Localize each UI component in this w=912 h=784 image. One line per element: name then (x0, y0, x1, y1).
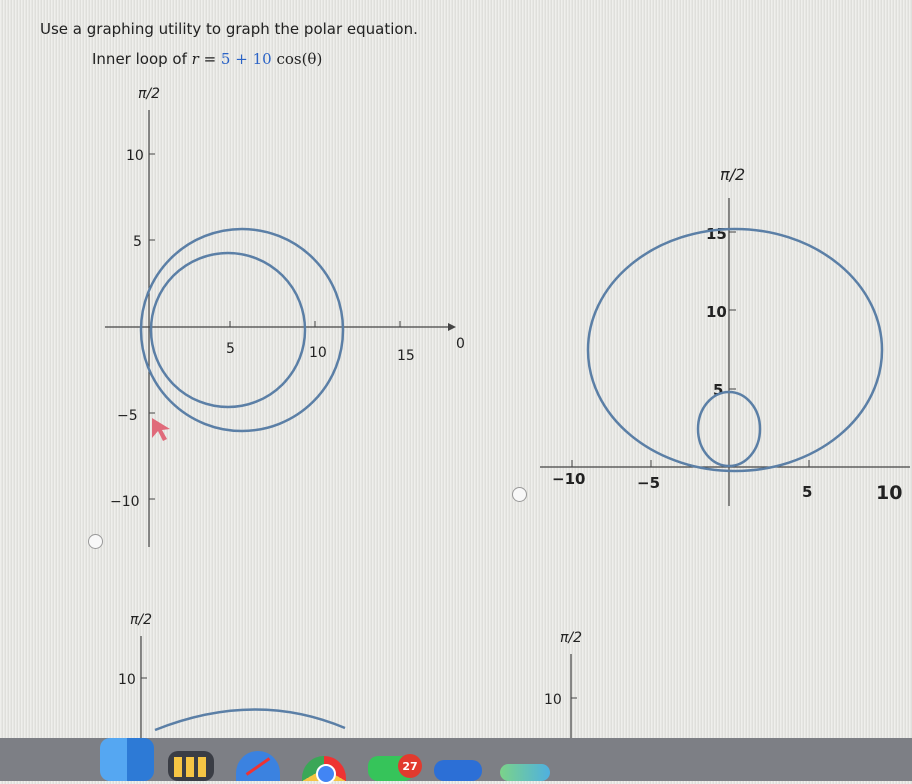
option-a-x-tick-15: 15 (397, 348, 415, 364)
option-a-x-tick-5: 5 (226, 341, 235, 357)
option-a-axis-top-label: π/2 (138, 86, 160, 102)
option-c-axis-top-label: π/2 (130, 612, 152, 628)
option-a-outer-curve (139, 227, 345, 433)
equation-close: ) (316, 50, 323, 68)
option-a-inner-curve (149, 251, 307, 409)
chrome-icon[interactable] (302, 756, 346, 784)
option-b-outer-curve (586, 227, 884, 473)
option-b-radio[interactable] (512, 487, 527, 502)
option-a-y-tick-neg5: −5 (117, 408, 138, 424)
option-a-y-tick-neg10: −10 (110, 494, 140, 510)
option-c-y-tick-10: 10 (118, 672, 136, 688)
option-c-curve (154, 708, 346, 732)
option-a-y-tick-10: 10 (126, 148, 144, 164)
mail-icon[interactable] (434, 760, 482, 781)
equation-plus: + (230, 50, 253, 68)
option-b-graph[interactable]: π/2 15 10 5 −10 −5 5 10 (520, 160, 912, 520)
option-a-radio[interactable] (88, 534, 103, 549)
notification-badge: 27 (398, 754, 422, 778)
app-icon[interactable] (500, 764, 550, 781)
option-b-x-tick-5: 5 (802, 483, 812, 501)
option-b-axis-top-label: π/2 (720, 165, 745, 184)
equation-coefficient-2: 10 (252, 50, 272, 68)
option-b-y-tick-10: 10 (706, 303, 727, 321)
option-b-x-tick-neg5: −5 (637, 474, 660, 492)
question-subline: Inner loop of r = 5 + 10 cos(θ) (92, 50, 322, 68)
safari-icon[interactable] (236, 751, 280, 781)
option-a-arrow (448, 323, 456, 331)
option-b-x-tick-10: 10 (876, 482, 902, 504)
macos-dock: 27 (0, 738, 912, 784)
option-a-y-tick-5: 5 (133, 234, 142, 250)
option-a-axis-right-label: 0 (456, 336, 465, 352)
finder-icon[interactable] (100, 738, 154, 781)
option-b-y-tick-15: 15 (706, 225, 727, 243)
option-a-graph[interactable]: π/2 0 10 5 −5 −10 5 10 15 (0, 80, 480, 550)
mouse-cursor (152, 418, 170, 441)
equation-equals: = (198, 50, 221, 68)
option-c-graph[interactable]: π/2 10 (100, 600, 360, 740)
question-text: Use a graphing utility to graph the pola… (40, 20, 418, 38)
option-a-x-tick-10: 10 (309, 345, 327, 361)
equation-cos: cos( (271, 50, 308, 68)
option-d-axis-top-label: π/2 (560, 630, 582, 646)
subline-prefix: Inner loop of (92, 50, 192, 68)
launchpad-icon[interactable] (168, 751, 214, 781)
option-b-x-tick-neg10: −10 (552, 470, 585, 488)
option-d-graph[interactable]: π/2 10 (530, 620, 650, 750)
option-d-y-tick-10: 10 (544, 692, 562, 708)
equation-variable: r (191, 50, 199, 68)
